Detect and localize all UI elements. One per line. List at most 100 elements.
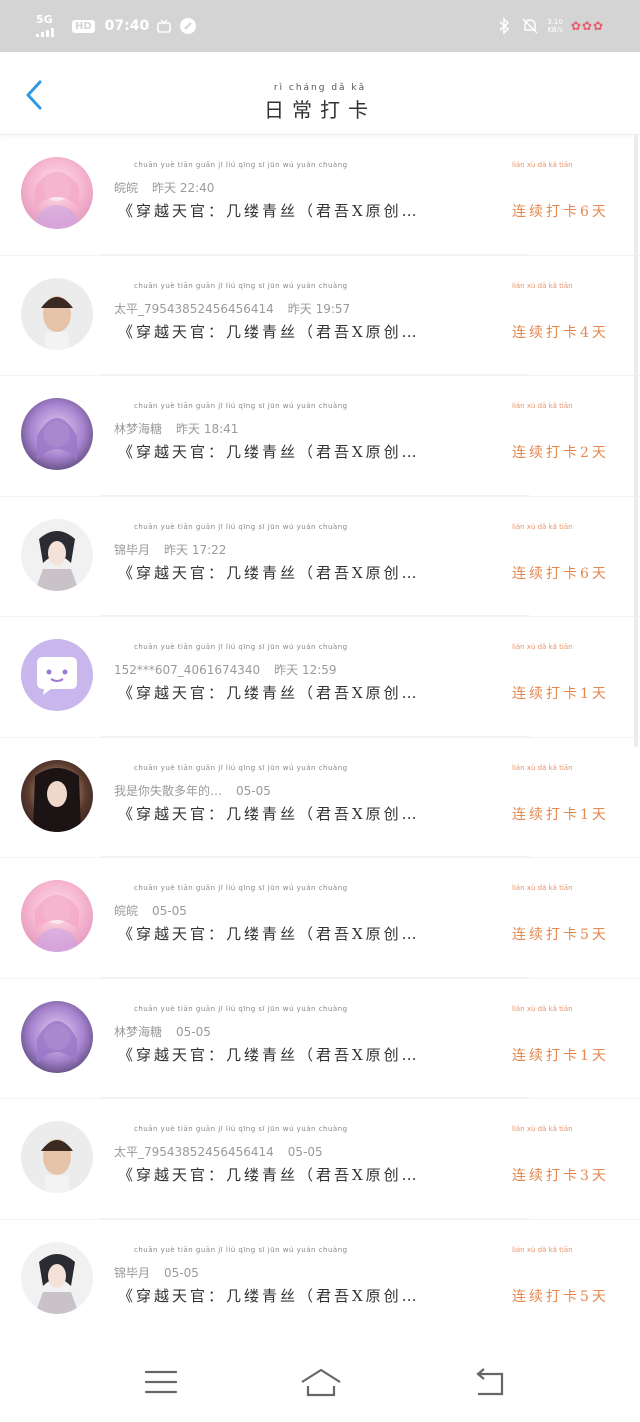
network-speed: 3.10 KB/s — [547, 18, 563, 34]
streak-pinyin: lián xù dǎ kǎ tiān — [512, 281, 573, 290]
list-item[interactable]: 皖皖 05-05 chuān yuè tiān guān jī liú qīng … — [0, 858, 640, 979]
user-name: 太平_79543852456456414 — [114, 301, 274, 316]
timestamp: 昨天 12:59 — [274, 663, 337, 677]
streak-pinyin: lián xù dǎ kǎ tiān — [512, 1245, 573, 1254]
streak-pinyin: lián xù dǎ kǎ tiān — [512, 522, 573, 531]
return-icon — [476, 1368, 504, 1396]
user-name: 林梦海糖 — [114, 1024, 163, 1039]
course-title: 《穿越天官：几缕青丝（君吾X原创… — [118, 684, 420, 702]
course-title: 《穿越天官：几缕青丝（君吾X原创… — [118, 1045, 420, 1064]
list-item[interactable]: 太平_79543852456456414 05-05 chuān yuè tiān… — [0, 1099, 640, 1220]
course-pinyin: chuān yuè tiān guān jī liú qīng sī jūn w… — [134, 763, 348, 772]
course-title: 《穿越天官：几缕青丝（君吾X原创… — [118, 925, 420, 943]
avatar[interactable] — [21, 277, 93, 350]
streak-pinyin: lián xù dǎ kǎ tiān — [512, 643, 573, 651]
streak-pinyin: lián xù dǎ kǎ tiān — [512, 884, 573, 892]
clock: 07:40 — [104, 18, 150, 34]
page-title: 日常打卡 — [264, 98, 376, 122]
user-name: 152***607_4061674340 — [114, 663, 261, 677]
user-name: 太平_79543852456456414 — [114, 1145, 274, 1159]
course-title: 《穿越天官：几缕青丝（君吾X原创… — [118, 804, 420, 823]
course-title: 《穿越天官：几缕青丝（君吾X原创… — [118, 202, 420, 220]
streak-label: 连续打卡3天 — [512, 1168, 609, 1184]
streak-pinyin: lián xù dǎ kǎ tiān — [512, 1004, 573, 1013]
avatar[interactable] — [21, 398, 93, 470]
avatar[interactable] — [21, 759, 93, 832]
course-pinyin: chuān yuè tiān guān jī liú qīng sī jūn w… — [134, 1125, 348, 1133]
title-pinyin: rì cháng dǎ kǎ — [273, 83, 367, 93]
streak-pinyin: lián xù dǎ kǎ tiān — [512, 402, 573, 410]
avatar[interactable] — [21, 157, 93, 229]
streak-label: 连续打卡4天 — [512, 324, 609, 341]
list-item[interactable]: 152***607_4061674340 昨天 12:59 chuān yuè t… — [0, 617, 640, 738]
course-pinyin: chuān yuè tiān guān jī liú qīng sī jūn w… — [134, 1004, 348, 1013]
timestamp: 05-05 — [152, 904, 187, 918]
timestamp: 05-05 — [236, 783, 271, 798]
streak-label: 连续打卡6天 — [512, 565, 609, 582]
streak-label: 连续打卡6天 — [512, 204, 609, 220]
course-pinyin: chuān yuè tiān guān jī liú qīng sī jūn w… — [134, 281, 348, 290]
course-title: 《穿越天官：几缕青丝（君吾X原创… — [118, 443, 420, 461]
avatar[interactable] — [21, 1241, 93, 1314]
scrollbar[interactable] — [634, 135, 638, 747]
system-nav-bar — [0, 1338, 640, 1422]
home-icon — [301, 1368, 341, 1397]
course-pinyin: chuān yuè tiān guān jī liú qīng sī jūn w… — [134, 643, 348, 651]
user-name: 锦毕月 — [114, 542, 151, 557]
avatar[interactable] — [21, 639, 93, 711]
signal-icon: 5G — [36, 13, 66, 37]
timestamp: 05-05 — [164, 1265, 199, 1280]
back-nav-button[interactable] — [470, 1364, 510, 1400]
menu-button[interactable] — [142, 1364, 182, 1400]
streak-pinyin: lián xù dǎ kǎ tiān — [512, 161, 573, 169]
mute-bell-icon — [521, 17, 539, 35]
status-bar: 5G HD 07:40 3.10 KB/s ✿✿✿ — [0, 0, 640, 52]
list-item[interactable]: 林梦海糖 05-05 chuān yuè tiān guān jī liú qīn… — [0, 979, 640, 1099]
streak-label: 连续打卡5天 — [512, 927, 609, 943]
course-pinyin: chuān yuè tiān guān jī liú qīng sī jūn w… — [134, 522, 348, 531]
user-name: 皖皖 — [114, 181, 139, 195]
list-item[interactable]: 林梦海糖 昨天 18:41 chuān yuè tiān guān jī liú … — [0, 376, 640, 497]
user-name: 我是你失散多年的… — [114, 783, 223, 798]
streak-label: 连续打卡1天 — [512, 806, 609, 823]
list-item[interactable]: 太平_79543852456456414 昨天 19:57 chuān yuè t… — [0, 256, 640, 376]
bluetooth-icon — [495, 17, 513, 35]
streak-label: 连续打卡2天 — [512, 445, 609, 461]
list-item[interactable]: 皖皖 昨天 22:40 chuān yuè tiān guān jī liú qī… — [0, 135, 640, 256]
list-item[interactable]: 锦毕月 昨天 17:22 chuān yuè tiān guān jī liú q… — [0, 497, 640, 617]
streak-label: 连续打卡1天 — [512, 1047, 609, 1064]
timestamp: 昨天 19:57 — [287, 301, 351, 316]
page-header: rì cháng dǎ kǎ 日常打卡 — [0, 52, 640, 135]
menu-icon — [144, 1370, 178, 1394]
course-title: 《穿越天官：几缕青丝（君吾X原创… — [118, 563, 420, 582]
list-item[interactable]: 锦毕月 05-05 chuān yuè tiān guān jī liú qīng… — [0, 1220, 640, 1340]
user-name: 皖皖 — [114, 904, 139, 918]
streak-label: 连续打卡5天 — [512, 1288, 609, 1305]
home-button[interactable] — [298, 1364, 344, 1400]
avatar[interactable] — [21, 1000, 93, 1073]
user-name: 林梦海糖 — [114, 422, 163, 436]
battery-icon: ✿✿✿ — [570, 19, 604, 33]
course-title: 《穿越天官：几缕青丝（君吾X原创… — [118, 1286, 420, 1305]
compass-icon — [179, 17, 197, 35]
course-title: 《穿越天官：几缕青丝（君吾X原创… — [118, 322, 420, 341]
avatar[interactable] — [21, 880, 93, 952]
timestamp: 05-05 — [176, 1024, 211, 1039]
course-pinyin: chuān yuè tiān guān jī liú qīng sī jūn w… — [134, 161, 348, 169]
streak-pinyin: lián xù dǎ kǎ tiān — [512, 763, 573, 772]
network-type: 5G — [36, 13, 53, 26]
list-item[interactable]: 我是你失散多年的… 05-05 chuān yuè tiān guān jī li… — [0, 738, 640, 858]
timestamp: 昨天 22:40 — [152, 181, 215, 195]
avatar[interactable] — [21, 518, 93, 591]
course-pinyin: chuān yuè tiān guān jī liú qīng sī jūn w… — [134, 1245, 348, 1254]
tv-icon — [155, 17, 173, 35]
streak-label: 连续打卡1天 — [512, 686, 609, 702]
course-pinyin: chuān yuè tiān guān jī liú qīng sī jūn w… — [134, 402, 348, 410]
user-name: 锦毕月 — [114, 1265, 151, 1280]
checkin-list: 皖皖 昨天 22:40 chuān yuè tiān guān jī liú qī… — [0, 135, 640, 1340]
course-pinyin: chuān yuè tiān guān jī liú qīng sī jūn w… — [134, 884, 348, 892]
chat-bubble-icon — [37, 657, 77, 695]
avatar[interactable] — [21, 1121, 93, 1193]
speed-unit: KB/s — [547, 26, 563, 34]
course-title: 《穿越天官：几缕青丝（君吾X原创… — [118, 1166, 420, 1184]
